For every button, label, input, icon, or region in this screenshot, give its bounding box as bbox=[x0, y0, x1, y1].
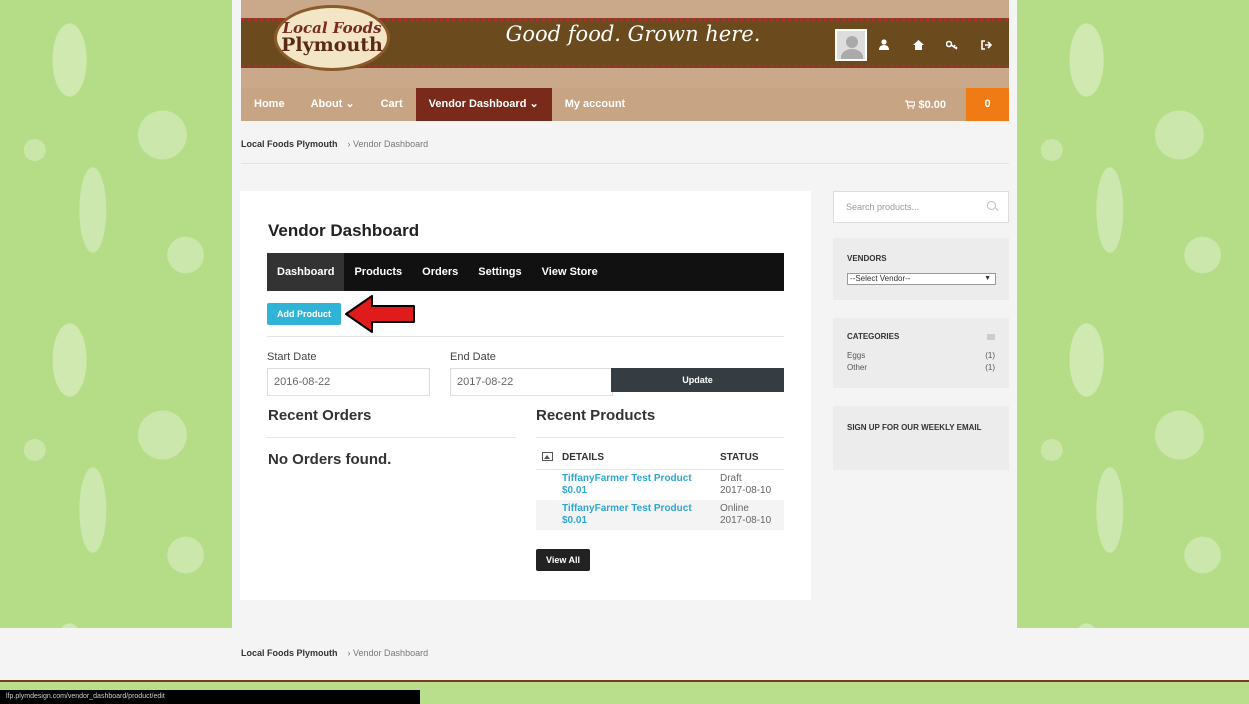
products-divider bbox=[536, 437, 784, 438]
breadcrumb-current: › Vendor Dashboard bbox=[347, 139, 429, 149]
cart-count-badge[interactable]: 0 bbox=[966, 88, 1009, 121]
product-status-cell: Draft 2017-08-10 bbox=[720, 469, 784, 500]
dashboard-tabs: Dashboard Products Orders Settings View … bbox=[267, 253, 784, 291]
tab-products[interactable]: Products bbox=[344, 253, 412, 291]
right-vegetable-background bbox=[1017, 0, 1249, 628]
product-status: Draft bbox=[720, 472, 742, 484]
status-bar-url: lfp.plymdesign.com/vendor_dashboard/prod… bbox=[0, 690, 420, 704]
chevron-down-icon: ▼ bbox=[984, 275, 991, 282]
folder-icon bbox=[987, 334, 995, 340]
category-name: Eggs bbox=[847, 351, 866, 360]
page-title: Vendor Dashboard bbox=[268, 221, 420, 240]
product-price: $0.01 bbox=[562, 484, 588, 496]
image-icon bbox=[542, 451, 553, 461]
no-orders-message: No Orders found. bbox=[268, 451, 392, 468]
avatar[interactable] bbox=[835, 29, 867, 61]
footer-breadcrumb: Local Foods Plymouth › Vendor Dashboard bbox=[241, 648, 428, 658]
table-row: TiffanyFarmer Test Product $0.01 Draft 2… bbox=[536, 469, 784, 500]
nav-cart[interactable]: Cart bbox=[368, 88, 416, 121]
category-count: (1) bbox=[985, 363, 995, 372]
product-price: $0.01 bbox=[562, 514, 588, 526]
cart-total-value: $0.00 bbox=[918, 98, 946, 111]
key-icon[interactable] bbox=[935, 38, 969, 53]
start-date-input[interactable]: 2016-08-22 bbox=[267, 368, 430, 396]
categories-widget: CATEGORIES Eggs (1) Other (1) bbox=[833, 318, 1009, 388]
start-date-label: Start Date bbox=[267, 351, 317, 363]
tab-orders[interactable]: Orders bbox=[412, 253, 468, 291]
red-arrow-annotation bbox=[345, 295, 415, 333]
orders-divider bbox=[267, 437, 516, 438]
header-icon-bar bbox=[835, 28, 1015, 62]
divider bbox=[267, 336, 784, 337]
status-column-header: STATUS bbox=[720, 447, 784, 470]
cart-total[interactable]: $0.00 bbox=[885, 99, 966, 111]
details-column-header: DETAILS bbox=[562, 447, 720, 470]
user-icon[interactable] bbox=[867, 38, 901, 53]
nav-vendor-dashboard[interactable]: Vendor Dashboard ⌄ bbox=[415, 88, 552, 121]
footer-current: › Vendor Dashboard bbox=[347, 648, 429, 658]
table-header-row: DETAILS STATUS bbox=[536, 447, 784, 470]
site-logo[interactable]: Local Foods Plymouth bbox=[274, 5, 390, 71]
product-details: TiffanyFarmer Test Product $0.01 bbox=[562, 499, 720, 530]
category-item[interactable]: Eggs (1) bbox=[847, 351, 995, 360]
recent-products-table: DETAILS STATUS TiffanyFarmer Test Produc… bbox=[536, 447, 784, 530]
breadcrumb: Local Foods Plymouth › Vendor Dashboard bbox=[241, 139, 428, 149]
search-input[interactable]: Search products... bbox=[833, 191, 1009, 223]
signup-title: SIGN UP FOR OUR WEEKLY EMAIL bbox=[847, 423, 982, 432]
product-status-cell: Online 2017-08-10 bbox=[720, 499, 784, 530]
view-all-button[interactable]: View All bbox=[536, 549, 590, 571]
search-icon[interactable] bbox=[987, 201, 996, 210]
product-date: 2017-08-10 bbox=[720, 514, 772, 526]
signup-widget: SIGN UP FOR OUR WEEKLY EMAIL bbox=[833, 406, 1009, 470]
vendor-select-value: --Select Vendor-- bbox=[850, 274, 911, 283]
recent-products-heading: Recent Products bbox=[536, 407, 656, 424]
vendor-dashboard-card: Vendor Dashboard Dashboard Products Orde… bbox=[240, 191, 811, 600]
update-button[interactable]: Update bbox=[611, 368, 784, 392]
cart-icon bbox=[905, 99, 917, 109]
recent-orders-heading: Recent Orders bbox=[268, 407, 372, 424]
nav-my-account[interactable]: My account bbox=[552, 88, 639, 121]
vendors-title: VENDORS bbox=[847, 254, 887, 263]
product-name-link[interactable]: TiffanyFarmer Test Product bbox=[562, 473, 720, 485]
product-date: 2017-08-10 bbox=[720, 484, 772, 496]
image-column-header bbox=[536, 447, 562, 470]
nav-about[interactable]: About ⌄ bbox=[298, 88, 368, 121]
product-status: Online bbox=[720, 502, 749, 514]
category-count: (1) bbox=[985, 351, 995, 360]
left-vegetable-background bbox=[0, 0, 232, 628]
product-thumbnail bbox=[536, 499, 562, 530]
product-thumbnail bbox=[536, 469, 562, 500]
breadcrumb-home-link[interactable]: Local Foods Plymouth bbox=[241, 139, 338, 149]
home-icon[interactable] bbox=[901, 38, 935, 53]
search-placeholder: Search products... bbox=[846, 202, 920, 212]
end-date-label: End Date bbox=[450, 351, 496, 363]
tab-view-store[interactable]: View Store bbox=[532, 253, 608, 291]
vendors-widget: VENDORS --Select Vendor-- ▼ bbox=[833, 238, 1009, 300]
logout-icon[interactable] bbox=[969, 38, 1003, 53]
end-date-input[interactable]: 2017-08-22 bbox=[450, 368, 613, 396]
tagline: Good food. Grown here. bbox=[505, 22, 761, 46]
table-row: TiffanyFarmer Test Product $0.01 Online … bbox=[536, 499, 784, 530]
tab-dashboard[interactable]: Dashboard bbox=[267, 253, 345, 291]
category-name: Other bbox=[847, 363, 868, 372]
breadcrumb-divider bbox=[241, 163, 1009, 164]
category-item[interactable]: Other (1) bbox=[847, 363, 995, 372]
product-details: TiffanyFarmer Test Product $0.01 bbox=[562, 469, 720, 500]
categories-title: CATEGORIES bbox=[847, 332, 900, 341]
product-name-link[interactable]: TiffanyFarmer Test Product bbox=[562, 503, 720, 515]
vendor-select[interactable]: --Select Vendor-- ▼ bbox=[847, 273, 996, 285]
footer bbox=[0, 628, 1249, 680]
main-nav: Home About ⌄ Cart Vendor Dashboard ⌄ My … bbox=[241, 88, 1009, 121]
logo-line2: Plymouth bbox=[281, 34, 383, 56]
nav-home[interactable]: Home bbox=[241, 88, 298, 121]
header-banner: Local Foods Plymouth Good food. Grown he… bbox=[241, 0, 1009, 88]
footer-home-link[interactable]: Local Foods Plymouth bbox=[241, 648, 338, 658]
add-product-button[interactable]: Add Product bbox=[267, 303, 341, 325]
tab-settings[interactable]: Settings bbox=[468, 253, 531, 291]
